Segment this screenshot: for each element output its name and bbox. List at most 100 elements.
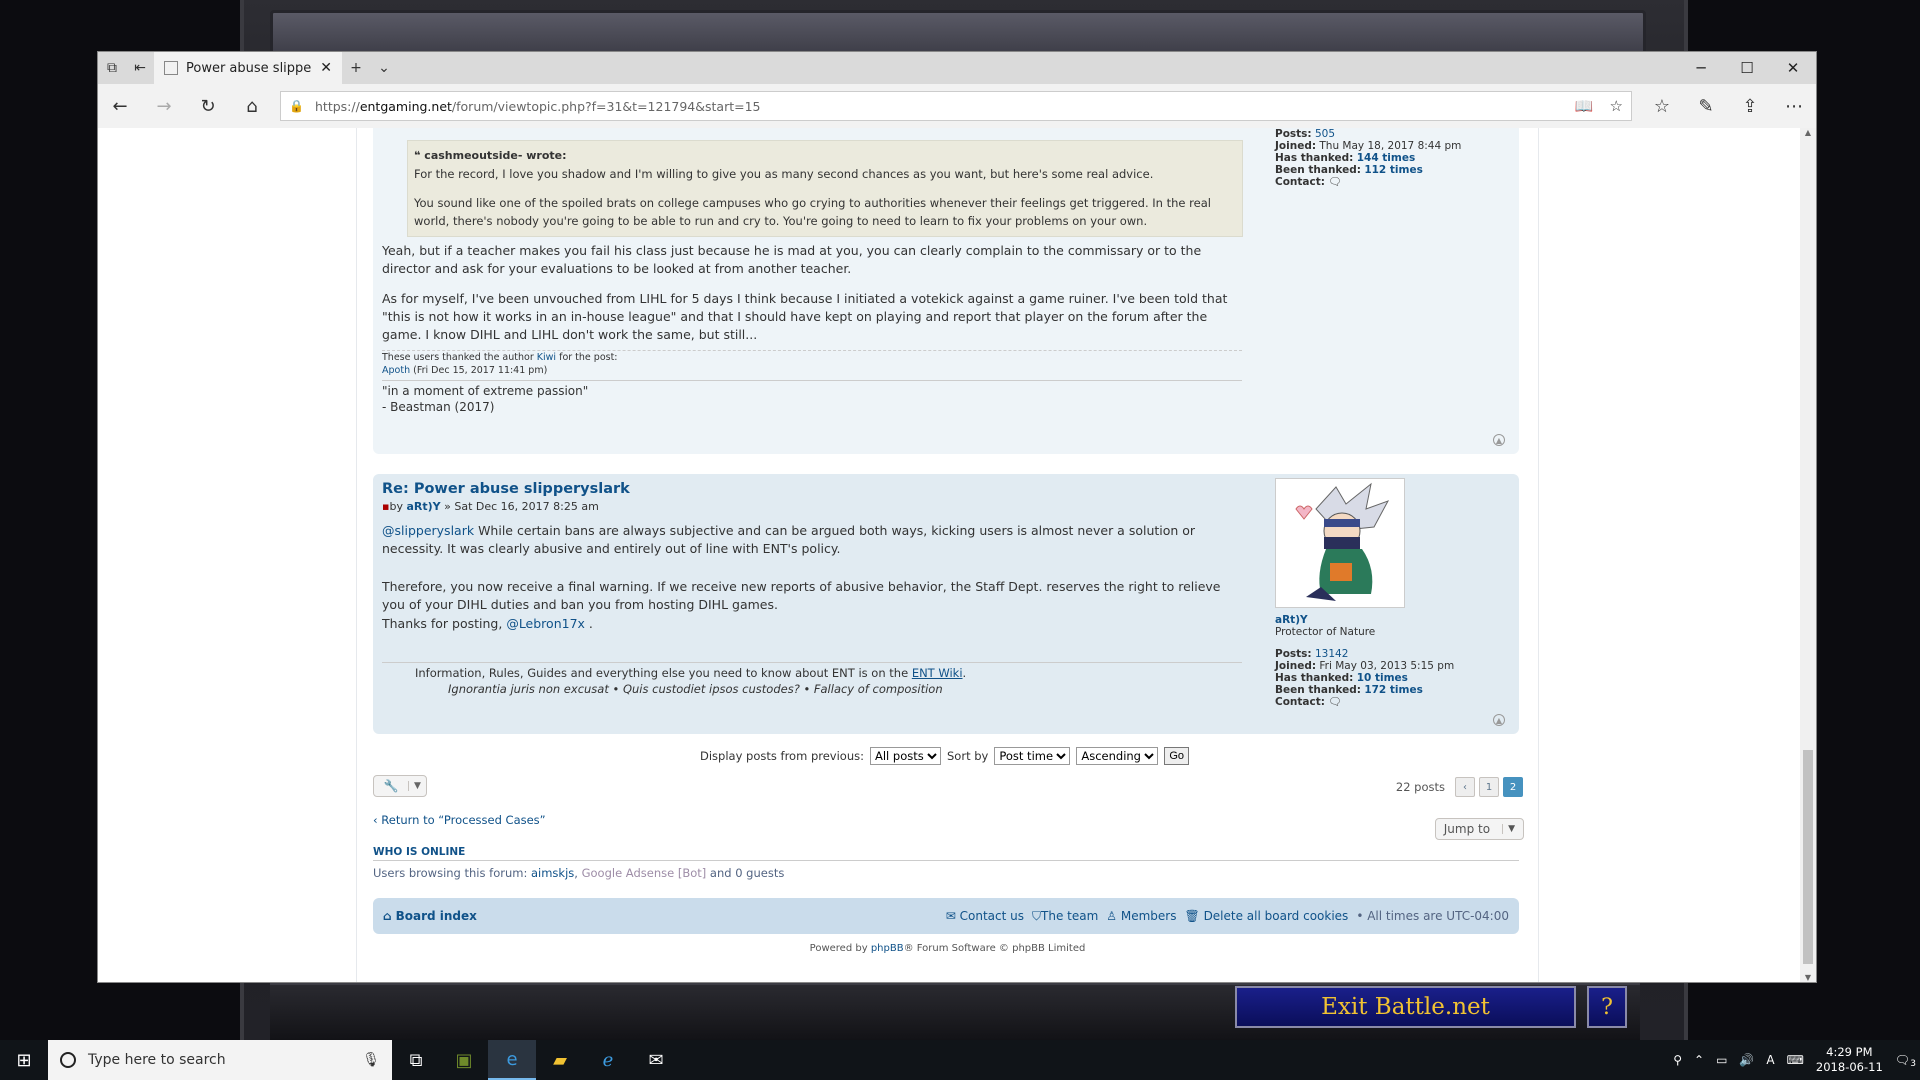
help-button[interactable]: ? [1587, 986, 1627, 1028]
tab-manager-icon[interactable]: ⧉ [98, 52, 126, 84]
board-index-link[interactable]: ⌂ Board index [383, 909, 477, 923]
clock-date: 2018-06-11 [1815, 1060, 1883, 1074]
display-posts-select[interactable]: All posts [870, 747, 941, 765]
signature: "in a moment of extreme passion" - Beast… [382, 380, 1242, 415]
mention-link[interactable]: @slipperyslark [382, 523, 474, 538]
task-view-icon[interactable]: ⧉ [392, 1040, 440, 1080]
file-explorer-icon[interactable]: ▰ [536, 1040, 584, 1080]
contact-icon[interactable]: 🗨 [1328, 696, 1341, 708]
page-1-button[interactable]: 1 [1479, 777, 1499, 797]
trash-icon: 🗑 [1184, 909, 1200, 923]
post-author-link[interactable]: aRt)Y [406, 500, 440, 513]
close-tab-icon[interactable]: ✕ [320, 60, 332, 76]
refresh-button[interactable]: ↻ [186, 84, 230, 128]
back-button[interactable]: ← [98, 84, 142, 128]
network-icon[interactable]: ▭ [1716, 1053, 1727, 1067]
forward-button[interactable]: → [142, 84, 186, 128]
microphone-icon[interactable]: 🎙 [362, 1052, 380, 1068]
contact-us-link[interactable]: ✉ Contact us [946, 909, 1024, 923]
signature-line-1: "in a moment of extreme passion" [382, 384, 589, 398]
post-paragraph-1: @slipperyslark While certain bans are al… [382, 523, 1196, 556]
quote-author: ❝ cashmeoutside- wrote: [414, 149, 567, 162]
been-thanked-count[interactable]: 172 times [1364, 684, 1423, 696]
internet-explorer-icon[interactable]: ℯ [584, 1040, 632, 1080]
people-icon[interactable]: ⚲ [1673, 1053, 1682, 1067]
keyboard-icon[interactable]: ⌨ [1787, 1053, 1804, 1067]
back-to-top-icon[interactable]: ▲ [1493, 434, 1505, 446]
topic-tools-button[interactable]: 🔧 ▼ [373, 775, 427, 797]
post-meta: ▪by aRt)Y » Sat Dec 16, 2017 8:25 am [382, 500, 599, 513]
set-aside-tabs-icon[interactable]: ⇤ [126, 52, 154, 84]
address-bar[interactable]: 🔒 https://entgaming.net/forum/viewtopic.… [280, 91, 1632, 121]
phpbb-link[interactable]: phpBB [871, 943, 904, 954]
show-hidden-icons-chevron-icon[interactable]: ⌃ [1694, 1053, 1704, 1067]
post-paragraph-3: Thanks for posting, @Lebron17x . [382, 616, 593, 631]
been-thanked-count[interactable]: 112 times [1364, 164, 1423, 176]
poster-profile: aRt)Y Protector of Nature Posts: 13142 J… [1275, 478, 1505, 708]
title-bar: ⧉ ⇤ Power abuse slipperysla ✕ + ⌄ ─ ☐ ✕ [98, 52, 1816, 84]
volume-icon[interactable]: 🔊 [1739, 1053, 1754, 1067]
mail-icon[interactable]: ✉ [632, 1040, 680, 1080]
jump-to-button[interactable]: Jump to ▼ [1434, 818, 1524, 840]
posts-count[interactable]: 13142 [1315, 648, 1348, 660]
notification-count: 3 [1910, 1059, 1916, 1069]
ent-wiki-link[interactable]: ENT Wiki [912, 666, 963, 680]
windows-start-icon[interactable]: ⊞ [0, 1040, 48, 1080]
dropdown-arrow-icon: ▼ [1502, 824, 1515, 834]
user-link-bot[interactable]: Google Adsense [Bot] [582, 866, 707, 880]
contact-icon[interactable]: 🗨 [1328, 176, 1341, 188]
clock[interactable]: 4:29 PM 2018-06-11 [1816, 1045, 1883, 1075]
avatar[interactable] [1275, 478, 1405, 608]
members-link[interactable]: ♙ Members [1106, 909, 1176, 923]
tab-active[interactable]: Power abuse slipperysla ✕ [154, 52, 342, 84]
more-menu-icon[interactable]: ⋯ [1772, 84, 1816, 128]
home-button[interactable]: ⌂ [230, 84, 274, 128]
post-title[interactable]: Re: Power abuse slipperyslark [382, 480, 1242, 498]
posts-count[interactable]: 505 [1315, 128, 1335, 140]
scrollbar[interactable]: ▲ ▼ [1800, 128, 1816, 982]
thanks-user-link[interactable]: Apoth [382, 365, 410, 376]
dropdown-arrow-icon: ▼ [408, 781, 421, 791]
input-language-icon[interactable]: A [1766, 1053, 1774, 1067]
previous-page-button[interactable]: ‹ [1455, 777, 1475, 797]
user-link-aimskjs[interactable]: aimskjs [531, 866, 574, 880]
order-select[interactable]: Ascending [1076, 747, 1159, 765]
back-to-top-icon[interactable]: ▲ [1493, 714, 1505, 726]
edge-app-icon[interactable]: e [488, 1040, 536, 1080]
notes-pen-icon[interactable]: ✎ [1684, 84, 1728, 128]
new-tab-icon[interactable]: + [342, 52, 370, 84]
favorite-star-icon[interactable]: ☆ [1610, 97, 1623, 115]
scroll-thumb[interactable] [1803, 750, 1813, 964]
minimize-button[interactable]: ─ [1678, 52, 1724, 84]
action-center-icon[interactable]: 🗨 3 [1895, 1053, 1916, 1069]
page-2-button[interactable]: 2 [1503, 777, 1523, 797]
who-is-online-heading[interactable]: WHO IS ONLINE [373, 846, 465, 858]
scroll-down-icon[interactable]: ▼ [1800, 973, 1816, 982]
thanks-author-link[interactable]: Kiwi [537, 352, 556, 363]
poster-name-link[interactable]: aRt)Y [1275, 614, 1308, 626]
quote-paragraph-1: For the record, I love you shadow and I'… [414, 167, 1154, 181]
has-thanked-count[interactable]: 144 times [1357, 152, 1416, 164]
post-paragraph-2: As for myself, I've been unvouched from … [382, 291, 1228, 342]
url-path: /forum/viewtopic.php?f=31&t=121794&start… [451, 98, 761, 114]
mention-link-2[interactable]: @Lebron17x [506, 616, 585, 631]
share-icon[interactable]: ⇪ [1728, 84, 1772, 128]
tab-preview-chevron-icon[interactable]: ⌄ [370, 52, 398, 84]
has-thanked-count[interactable]: 10 times [1357, 672, 1408, 684]
post-paragraph-2: Therefore, you now receive a final warni… [382, 579, 1221, 612]
reading-view-icon[interactable]: 📖 [1575, 97, 1594, 115]
scroll-up-icon[interactable]: ▲ [1800, 128, 1816, 137]
go-button[interactable]: Go [1164, 747, 1190, 765]
powered-by: Powered by phpBB® Forum Software © phpBB… [809, 943, 1086, 954]
close-window-button[interactable]: ✕ [1770, 52, 1816, 84]
exit-battlenet-button[interactable]: Exit Battle.net [1235, 986, 1576, 1028]
return-link[interactable]: ‹ Return to “Processed Cases” [373, 813, 546, 827]
online-users: Users browsing this forum: aimskjs, Goog… [373, 866, 785, 880]
sort-by-select[interactable]: Post time [994, 747, 1071, 765]
delete-cookies-link[interactable]: 🗑 Delete all board cookies [1185, 909, 1349, 923]
warcraft-app-icon[interactable]: ▣ [440, 1040, 488, 1080]
team-link[interactable]: ⛉The team [1032, 909, 1098, 924]
maximize-button[interactable]: ☐ [1724, 52, 1770, 84]
favorites-hub-icon[interactable]: ☆ [1640, 84, 1684, 128]
taskbar-search[interactable]: Type here to search 🎙 [48, 1040, 392, 1080]
